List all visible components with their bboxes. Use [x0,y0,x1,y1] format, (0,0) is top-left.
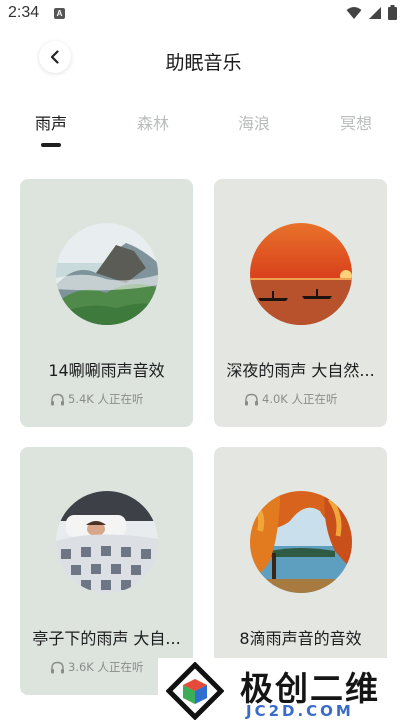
tab-bar: 雨声 森林 海浪 冥想 [0,110,407,150]
card-title: 深夜的雨声 大自然... [226,361,375,380]
tab-indicator [41,143,61,147]
listener-text: 4.0K 人正在听 [262,392,338,406]
listener-count: 3.6K 人正在听 [50,659,144,675]
card-title: 14唰唰雨声音效 [48,361,165,380]
page-title: 助眠音乐 [165,52,242,74]
watermark-logo [166,662,224,720]
tab-meditation[interactable]: 冥想 [321,110,391,134]
tab-forest[interactable]: 森林 [118,110,188,134]
status-time: 2:34 [8,4,40,21]
headphones-icon [245,393,258,405]
battery-icon [388,5,397,20]
headphones-icon [51,393,64,405]
sound-card[interactable]: 深夜的雨声 大自然... 4.0K 人正在听 [214,179,387,427]
signal-icon [369,6,381,19]
listener-count: 5.4K 人正在听 [50,391,144,407]
wifi-icon [346,6,362,19]
cover-image-sunset-water [250,223,352,325]
headphones-icon [51,661,64,673]
watermark-subtext: JC2D.COM [246,702,354,720]
status-icons [346,5,397,20]
tab-ocean[interactable]: 海浪 [219,110,289,134]
header: 助眠音乐 [0,38,407,82]
status-bar: 2:34 A [0,0,407,28]
tab-rain[interactable]: 雨声 [16,110,86,134]
card-title: 亭子下的雨声 大自... [32,629,181,648]
listener-count: 4.0K 人正在听 [244,391,338,407]
cover-image-misty-mountain [56,223,158,325]
card-title: 8滴雨声音的音效 [239,629,362,648]
cover-image-sleeping-person [56,491,158,593]
notification-icon: A [54,8,65,19]
cover-image-autumn-lake [250,491,352,593]
listener-text: 3.6K 人正在听 [68,660,144,674]
sound-card[interactable]: 14唰唰雨声音效 5.4K 人正在听 [20,179,193,427]
listener-text: 5.4K 人正在听 [68,392,144,406]
watermark: 极创二维 JC2D.COM [158,658,407,723]
